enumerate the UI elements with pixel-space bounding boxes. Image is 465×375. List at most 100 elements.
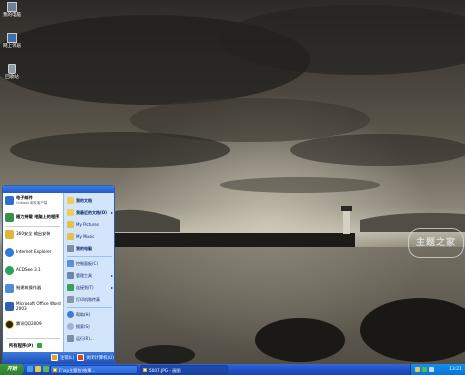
start-item-printers[interactable]: 打印机和传真	[67, 296, 113, 303]
shutdown-label: 关闭计算机(U)	[86, 355, 114, 361]
my-computer-icon	[7, 2, 17, 12]
submenu-arrow-icon: ▸	[110, 285, 113, 290]
desktop-icon-label: 回收站	[5, 75, 19, 80]
start-item-my-pictures[interactable]: My Pictures	[67, 221, 113, 228]
logoff-label: 注销(L)	[60, 355, 75, 361]
start-item-internet-explorer[interactable]: Internet Explorer	[5, 248, 61, 257]
acdsee-icon	[5, 266, 14, 275]
documents-icon	[67, 197, 74, 204]
transfer-icon	[5, 213, 14, 222]
music-icon	[67, 233, 74, 240]
start-item-acdsee[interactable]: ACDSee 3.1	[5, 266, 61, 275]
all-programs-label: 所有程序(P)	[9, 344, 34, 349]
start-item-search[interactable]: 搜索(S)	[67, 323, 113, 330]
security-icon	[5, 230, 14, 239]
recycle-bin-icon	[8, 64, 16, 74]
start-item-label: 随力持载 电脑上的程序	[16, 214, 60, 220]
start-item-sublabel: Outlook 邮件客户端	[16, 200, 48, 205]
quick-launch-ie-icon[interactable]	[27, 366, 33, 372]
start-item-word[interactable]: Microsoft Office Word 2003	[5, 301, 61, 311]
taskbar: 开始 F:\xp主题包\效果... 5007.JPG - 画图 13:21	[0, 364, 465, 375]
qq-icon	[5, 320, 14, 329]
quick-launch-folder-icon[interactable]	[35, 366, 41, 372]
computer-icon	[67, 245, 74, 252]
start-item-label: 帮助(H)	[76, 311, 91, 317]
start-item-my-computer[interactable]: 我的电脑	[67, 245, 113, 252]
watermark: 主题之家	[408, 228, 464, 258]
start-menu-separator	[67, 256, 112, 257]
logoff-icon	[51, 354, 58, 361]
admin-tools-icon	[67, 272, 74, 279]
submenu-arrow-icon: ▸	[110, 273, 113, 278]
start-item-connect-to[interactable]: 连接到(T) ▸	[67, 284, 113, 291]
start-item-label: 运行(R)...	[76, 335, 94, 341]
recent-docs-icon	[67, 209, 74, 216]
start-item-label: ACDSee 3.1	[16, 267, 41, 273]
start-item-label: My Pictures	[76, 222, 99, 227]
start-item-label: 制建筑操作器	[16, 285, 42, 291]
shutdown-button[interactable]: 关闭计算机(U)	[77, 354, 114, 361]
tray-icon[interactable]	[422, 367, 427, 372]
control-panel-icon	[67, 260, 74, 267]
clock[interactable]: 13:21	[449, 364, 462, 375]
start-item-transfer[interactable]: 随力持载 电脑上的程序	[5, 213, 61, 222]
start-item-recent-documents[interactable]: 我最近的文档(D) ▸	[67, 209, 113, 216]
start-item-my-documents[interactable]: 我的文档	[67, 197, 113, 204]
desktop-icon-my-computer[interactable]: 我的电脑	[0, 2, 24, 18]
start-item-tool[interactable]: 制建筑操作器	[5, 284, 61, 293]
desktop-icon-network-places[interactable]: 网上邻居	[0, 33, 24, 49]
start-item-label: 打印机和传真	[76, 296, 100, 302]
email-icon	[5, 196, 14, 205]
printer-icon	[67, 296, 74, 303]
tray-icon[interactable]	[415, 367, 420, 372]
start-item-run[interactable]: 运行(R)...	[67, 335, 113, 342]
desktop-icon-recycle-bin[interactable]: 回收站	[0, 64, 24, 80]
pictures-icon	[67, 221, 74, 228]
taskbar-button-label: 5007.JPG - 画图	[149, 368, 181, 373]
start-item-label: Microsoft Office Word 2003	[16, 301, 61, 311]
start-item-security[interactable]: 360安全 输出安装	[5, 230, 61, 239]
folder-icon	[53, 368, 57, 372]
taskbar-button-explorer[interactable]: F:\xp主题包\效果...	[50, 365, 138, 374]
system-tray: 13:21	[410, 364, 465, 375]
start-item-label: 我的电脑	[76, 245, 92, 251]
start-item-admin-tools[interactable]: 管理工具 ▸	[67, 272, 113, 279]
start-item-help[interactable]: 帮助(H)	[67, 311, 113, 318]
volume-icon[interactable]	[429, 367, 434, 372]
shutdown-icon	[77, 354, 84, 361]
logoff-button[interactable]: 注销(L)	[51, 354, 74, 361]
start-item-label: 360安全 输出安装	[16, 231, 51, 237]
start-menu-header	[3, 186, 114, 193]
start-item-qq[interactable]: 腾讯QQ2009	[5, 320, 61, 329]
start-item-label: 腾讯QQ2009	[16, 321, 42, 327]
start-menu-separator	[6, 226, 60, 227]
start-item-label: 我最近的文档(D)	[76, 209, 107, 215]
start-menu: 电子邮件 Outlook 邮件客户端 随力持载 电脑上的程序 360安全 输出安装…	[2, 185, 115, 365]
quick-launch-media-icon[interactable]	[43, 366, 49, 372]
start-menu-places-pane: 我的文档 我最近的文档(D) ▸ My Pictures My Music 我的…	[63, 193, 114, 352]
submenu-arrow-icon: ▸	[110, 210, 113, 215]
start-item-email[interactable]: 电子邮件 Outlook 邮件客户端	[5, 195, 61, 205]
start-item-control-panel[interactable]: 控制面板(C)	[67, 260, 113, 267]
taskbar-button-label: F:\xp主题包\效果...	[59, 368, 96, 373]
taskbar-button-paint[interactable]: 5007.JPG - 画图	[140, 365, 228, 374]
start-item-label: My Music	[76, 234, 95, 239]
connect-icon	[67, 284, 74, 291]
internet-explorer-icon	[5, 248, 14, 257]
all-programs-arrow-icon	[36, 343, 42, 348]
start-menu-footer: 注销(L) 关闭计算机(U)	[3, 352, 114, 364]
start-button[interactable]: 开始	[0, 364, 24, 375]
start-item-label: 连接到(T)	[76, 284, 94, 290]
network-places-icon	[7, 33, 17, 43]
start-menu-separator	[6, 338, 60, 339]
tool-icon	[5, 284, 14, 293]
paint-icon	[143, 368, 147, 372]
help-icon	[67, 311, 74, 318]
start-menu-programs-pane: 电子邮件 Outlook 邮件客户端 随力持载 电脑上的程序 360安全 输出安装…	[3, 193, 63, 352]
word-icon	[5, 302, 14, 311]
search-icon	[67, 323, 74, 330]
start-item-my-music[interactable]: My Music	[67, 233, 113, 240]
all-programs-button[interactable]: 所有程序(P)	[9, 343, 59, 349]
run-icon	[67, 335, 74, 342]
start-item-label: 控制面板(C)	[76, 260, 98, 266]
